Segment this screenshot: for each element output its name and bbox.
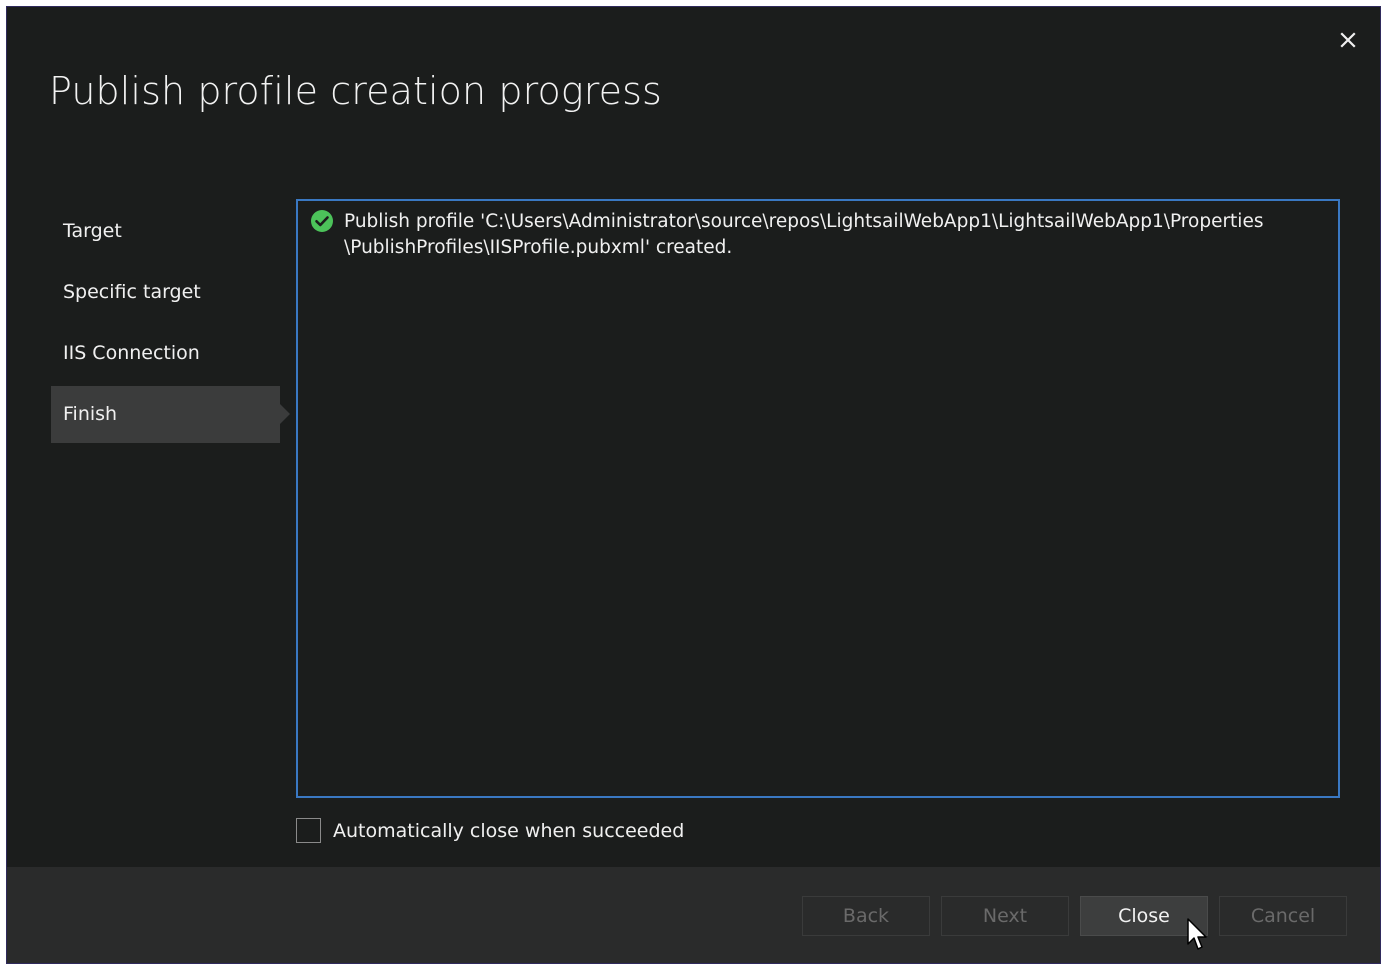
- next-button[interactable]: Next: [941, 896, 1069, 936]
- auto-close-label: Automatically close when succeeded: [333, 819, 685, 842]
- back-button[interactable]: Back: [802, 896, 930, 936]
- close-icon[interactable]: [1336, 28, 1360, 52]
- step-target[interactable]: Target: [51, 203, 291, 260]
- cancel-button[interactable]: Cancel: [1219, 896, 1347, 936]
- close-button[interactable]: Close: [1080, 896, 1208, 936]
- progress-log: Publish profile 'C:\Users\Administrator\…: [296, 199, 1340, 798]
- auto-close-checkbox[interactable]: [296, 818, 321, 843]
- wizard-steps: Target Specific target IIS Connection Fi…: [51, 203, 291, 447]
- log-entry-text: Publish profile 'C:\Users\Administrator\…: [344, 211, 1264, 258]
- auto-close-option[interactable]: Automatically close when succeeded: [296, 818, 684, 843]
- dialog-footer: Back Next Close Cancel: [7, 867, 1380, 963]
- step-specific-target[interactable]: Specific target: [51, 264, 291, 321]
- success-check-icon: [311, 210, 333, 232]
- dialog-title: Publish profile creation progress: [49, 69, 662, 113]
- log-entry: Publish profile 'C:\Users\Administrator\…: [310, 209, 1298, 261]
- close-icon-glyph: [1340, 32, 1356, 48]
- step-finish[interactable]: Finish: [51, 386, 290, 443]
- step-iis-connection[interactable]: IIS Connection: [51, 325, 291, 382]
- publish-dialog: Publish profile creation progress Target…: [6, 6, 1381, 964]
